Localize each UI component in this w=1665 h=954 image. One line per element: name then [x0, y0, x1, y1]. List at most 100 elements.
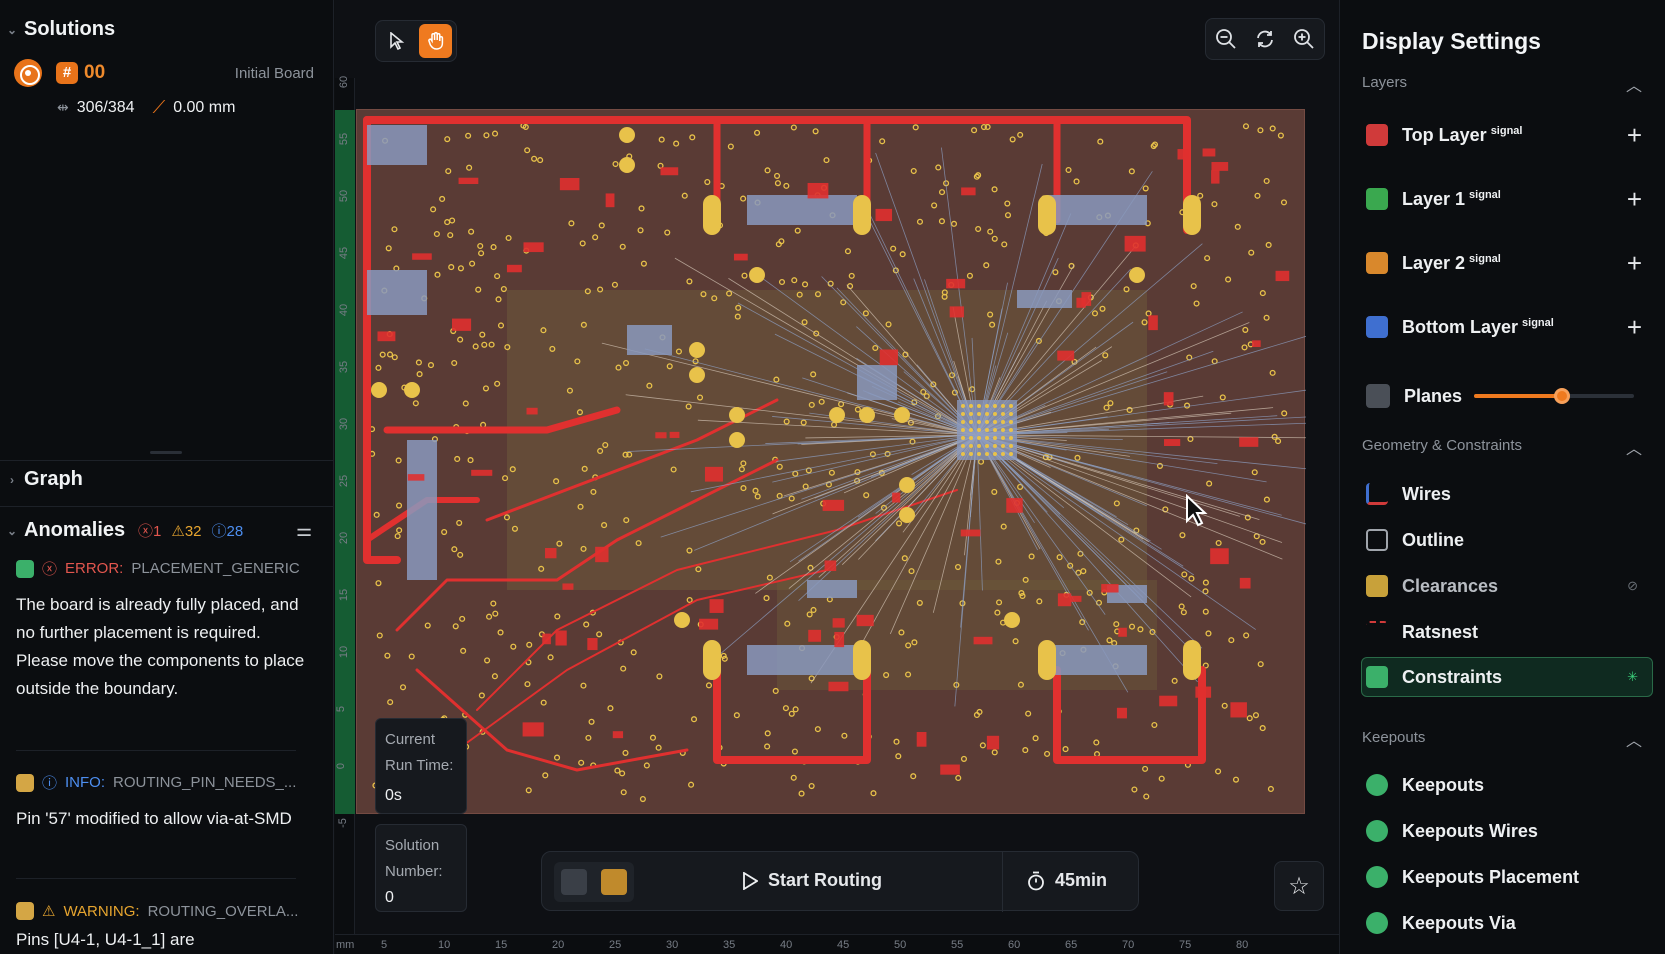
via — [1248, 249, 1255, 256]
smd-pad — [605, 193, 615, 208]
warning-count-badge[interactable]: ⚠32 — [171, 522, 201, 540]
eye-off-icon[interactable]: ⊘ — [1627, 578, 1638, 594]
layers-header[interactable]: Layers ︿ — [1362, 74, 1652, 95]
via — [1259, 290, 1266, 297]
test-pad — [729, 407, 745, 423]
clearances-toggle[interactable]: Clearances ⊘ — [1362, 566, 1652, 606]
via — [686, 278, 693, 285]
via — [812, 128, 819, 135]
via — [844, 248, 852, 255]
via — [619, 243, 626, 250]
keepouts-via-toggle[interactable]: Keepouts Via — [1362, 903, 1652, 943]
graph-header[interactable]: › Graph — [6, 468, 83, 491]
via — [935, 164, 942, 171]
bga-ball — [985, 404, 989, 408]
ruler-tick-label: 35 — [723, 939, 736, 951]
test-pad — [899, 477, 915, 493]
via — [466, 164, 473, 171]
smd-pad — [824, 560, 837, 572]
mounting-pad — [1038, 640, 1056, 680]
via — [791, 748, 798, 755]
anomalies-header[interactable]: ⌄ Anomalies — [6, 519, 125, 542]
geometry-header[interactable]: Geometry & Constraints ︿ — [1362, 437, 1652, 458]
layer-row-1[interactable]: Layer 1 signal + — [1362, 179, 1652, 219]
outline-toggle[interactable]: Outline — [1362, 520, 1652, 560]
layer-row-top[interactable]: Top Layer signal + — [1362, 115, 1652, 155]
smd-pad — [1118, 627, 1127, 637]
chevron-up-icon[interactable]: ︿ — [1626, 435, 1642, 459]
error-count-badge[interactable]: ⓧ1 — [138, 520, 161, 541]
routing-mode-icon[interactable] — [601, 869, 627, 895]
layer-row-bottom[interactable]: Bottom Layer signal + — [1362, 307, 1652, 347]
chevron-up-icon[interactable]: ︿ — [1626, 72, 1642, 96]
zoom-out-button[interactable] — [1211, 24, 1241, 54]
via — [740, 195, 747, 202]
solution-item[interactable]: # 00 Initial Board — [14, 59, 314, 87]
timer-button[interactable]: 45min — [1027, 870, 1107, 891]
via — [1205, 630, 1212, 637]
layer-row-2[interactable]: Layer 2 signal + — [1362, 243, 1652, 283]
via — [531, 155, 538, 162]
ruler-tick-label: 45 — [837, 939, 850, 951]
smd-pad — [1275, 270, 1290, 282]
anomaly-item[interactable]: ⚠ WARNING: ROUTING_OVERLA... Pins [U4-1,… — [16, 902, 316, 954]
via — [764, 730, 771, 737]
anomaly-item[interactable]: ⓘ INFO: ROUTING_PIN_NEEDS_... Pin '57' m… — [16, 772, 316, 833]
via — [492, 610, 499, 617]
smd-pad — [655, 432, 667, 439]
smd-pad — [916, 732, 927, 747]
via — [950, 220, 958, 227]
via — [1004, 212, 1012, 219]
via — [500, 285, 507, 293]
solution-number-value: 0 — [385, 889, 394, 906]
keepouts-header[interactable]: Keepouts ︿ — [1362, 729, 1652, 750]
solutions-header[interactable]: ⌄ Solutions — [6, 18, 115, 41]
via — [482, 385, 490, 392]
via — [1093, 751, 1101, 758]
pan-tool-button[interactable] — [419, 24, 452, 58]
via — [638, 205, 645, 212]
planes-slider-handle[interactable] — [1554, 388, 1570, 404]
bga-ball — [961, 404, 965, 408]
via — [462, 400, 469, 407]
keepouts-toggle[interactable]: Keepouts — [1362, 765, 1652, 805]
constraints-toggle[interactable]: Constraints ✳ — [1361, 657, 1653, 697]
planes-slider[interactable] — [1474, 388, 1634, 404]
bga-ball — [969, 452, 973, 456]
bga-ball — [985, 444, 989, 448]
via — [910, 773, 917, 780]
via — [1178, 603, 1185, 610]
via — [486, 613, 493, 620]
mounting-pad — [703, 640, 721, 680]
favorite-button[interactable]: ☆ — [1274, 861, 1324, 911]
wires-toggle[interactable]: Wires — [1362, 474, 1652, 514]
board-canvas[interactable]: 60 55 50 45 40 35 30 25 20 15 10 5 0 -5 mm 5 10 15 20 25 3… — [335, 0, 1339, 954]
keepouts-placement-toggle[interactable]: Keepouts Placement — [1362, 857, 1652, 897]
add-icon[interactable]: + — [1627, 312, 1642, 343]
keepouts-wires-toggle[interactable]: Keepouts Wires — [1362, 811, 1652, 851]
placement-mode-icon[interactable] — [561, 869, 587, 895]
via — [655, 744, 662, 751]
info-count-badge[interactable]: ⓘ28 — [212, 520, 244, 541]
ratsnest-toggle[interactable]: Ratsnest — [1362, 612, 1652, 652]
add-icon[interactable]: + — [1627, 120, 1642, 151]
panel-resize-handle[interactable] — [150, 451, 182, 454]
star-icon: ☆ — [1288, 872, 1310, 900]
fit-view-button[interactable] — [1250, 24, 1280, 54]
start-routing-button[interactable]: Start Routing — [742, 870, 882, 891]
ruler-tick-label: 20 — [552, 939, 565, 951]
bga-ball — [993, 428, 997, 432]
smd-pad — [1101, 584, 1119, 593]
via — [955, 774, 962, 782]
zoom-in-button[interactable] — [1289, 24, 1319, 54]
ruler-unit: mm — [336, 939, 355, 951]
via — [395, 457, 402, 464]
add-icon[interactable]: + — [1627, 248, 1642, 279]
add-icon[interactable]: + — [1627, 184, 1642, 215]
anomaly-item[interactable]: ⓧ ERROR: PLACEMENT_GENERIC The board is … — [16, 558, 316, 703]
select-tool-button[interactable] — [380, 24, 413, 58]
chevron-up-icon[interactable]: ︿ — [1626, 727, 1642, 751]
pcb-board[interactable] — [356, 109, 1306, 814]
filter-icon[interactable]: ⚌ — [296, 520, 318, 540]
via — [619, 770, 626, 777]
